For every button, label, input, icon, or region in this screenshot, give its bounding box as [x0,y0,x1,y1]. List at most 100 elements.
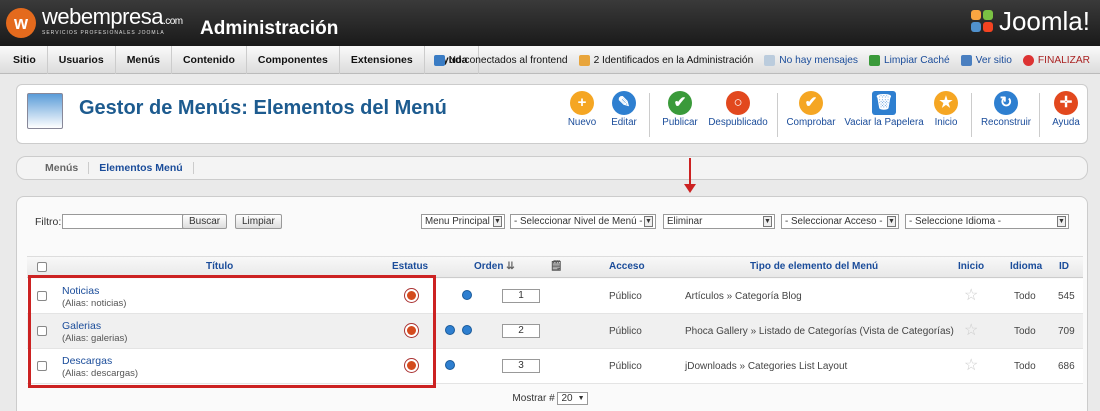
unpublish-icon: ○ [726,91,750,115]
new-button[interactable]: + Nuevo [565,91,599,128]
move-up-icon[interactable] [445,360,455,370]
chevron-down-icon: ▼ [763,216,772,227]
sort-icon: ⇊ [506,261,515,272]
monitor-icon [960,54,972,66]
clear-cache-link[interactable]: Limpiar Caché [868,54,950,66]
star-icon: ★ [934,91,958,115]
joomla-logo: Joomla! [970,6,1090,37]
help-icon: ✛ [1054,91,1078,115]
home-star-icon[interactable]: ☆ [964,323,978,339]
col-home[interactable]: Inicio [958,256,984,278]
col-type[interactable]: Tipo de elemento del Menú [750,256,878,278]
app-header: w webempresa.com SERVICIOS PROFESIONALES… [0,0,1100,46]
order-input[interactable]: 3 [502,359,540,373]
clear-button[interactable]: Limpiar [235,214,282,229]
annotation-highlight-box [28,275,436,388]
home-button[interactable]: ★ Inicio [929,91,963,128]
row-type: jDownloads » Categories List Layout [685,361,848,372]
language-select[interactable]: - Seleccione Idioma - ▼ [905,214,1069,229]
pagination-footer: Mostrar # 20 ▼ [0,392,1100,405]
view-site-link[interactable]: Ver sitio [960,54,1012,66]
page-header-title: Administración [200,18,339,39]
menu-manager-icon [27,93,63,129]
menu-sitio[interactable]: Sitio [2,45,48,74]
display-num-label: Mostrar # [512,393,555,404]
menu-usuarios[interactable]: Usuarios [48,45,116,74]
row-type: Artículos » Categoría Blog [685,291,802,302]
help-button[interactable]: ✛ Ayuda [1049,91,1083,128]
row-id: 709 [1058,326,1075,337]
broom-icon [868,54,880,66]
chevron-down-icon: ▼ [577,395,585,402]
brand-tagline: SERVICIOS PROFESIONALES JOOMLA [42,30,165,36]
menu-select[interactable]: Menu Principal ▼ [421,214,505,229]
annotation-arrow-head [684,184,696,193]
messages-link[interactable]: No hay mensajes [764,54,858,66]
filter-input[interactable] [62,214,184,229]
row-language: Todo [1014,361,1036,372]
status-bar: No conectados al frontend 2 Identificado… [433,46,1090,74]
power-icon [1022,54,1034,66]
brand-name: webempresa.com [42,4,183,29]
checkin-icon: ✔ [799,91,823,115]
col-language[interactable]: Idioma [1010,256,1042,278]
row-type: Phoca Gallery » Listado de Categorías (V… [685,326,954,337]
row-id: 686 [1058,361,1075,372]
col-order[interactable]: Orden ⇊ [474,256,515,278]
check-icon: ✔ [668,91,692,115]
col-id[interactable]: ID [1059,256,1069,278]
users-icon [578,54,590,66]
menu-contenido[interactable]: Contenido [172,45,247,74]
menu-menus[interactable]: Menús [116,45,172,74]
rebuild-button[interactable]: ↻ Reconstruir [979,91,1033,128]
joomla-logo-icon [970,9,995,34]
row-id: 545 [1058,291,1075,302]
row-access: Público [609,361,642,372]
webempresa-logo-icon: w [6,8,36,38]
chevron-down-icon: ▼ [1057,216,1066,227]
menu-componentes[interactable]: Componentes [247,45,340,74]
chevron-down-icon: ▼ [887,216,896,227]
annotation-arrow [689,158,691,186]
save-order-icon[interactable]: 🗒 [550,256,563,278]
admin-status: 2 Identificados en la Administración [578,54,753,66]
row-access: Público [609,326,642,337]
access-select[interactable]: - Seleccionar Acceso - ▼ [781,214,899,229]
move-up-icon[interactable] [445,325,455,335]
home-star-icon[interactable]: ☆ [964,288,978,304]
order-input[interactable]: 2 [502,324,540,338]
home-star-icon[interactable]: ☆ [964,358,978,374]
filter-bar: Filtro: Buscar Limpiar Menu Principal ▼ -… [17,197,1087,247]
edit-button[interactable]: ✎ Editar [607,91,641,128]
select-all-checkbox[interactable] [37,262,47,272]
move-down-icon[interactable] [462,290,472,300]
plus-icon: + [570,91,594,115]
empty-trash-button[interactable]: 🗑 Vaciar la Papelera [843,91,925,128]
search-button[interactable]: Buscar [182,214,228,229]
order-input[interactable]: 1 [502,289,540,303]
logout-link[interactable]: FINALIZAR [1022,54,1090,66]
publish-button[interactable]: ✔ Publicar [655,91,705,128]
tab-menus[interactable]: Menús [35,162,90,174]
display-num-select[interactable]: 20 ▼ [557,392,588,405]
state-select[interactable]: Eliminar ▼ [663,214,775,229]
page-title: Gestor de Menús: Elementos del Menú [79,97,447,119]
unpublish-button[interactable]: ○ Despublicado [705,91,771,128]
toolbar: Gestor de Menús: Elementos del Menú + Nue… [16,84,1088,144]
frontend-status: No conectados al frontend [433,54,568,66]
envelope-icon [764,54,776,66]
chevron-down-icon: ▼ [644,216,653,227]
joomla-wordmark: Joomla! [998,6,1090,36]
tab-menu-items[interactable]: Elementos Menú [89,162,194,174]
col-access[interactable]: Acceso [609,256,645,278]
checkin-button[interactable]: ✔ Comprobar [783,91,839,128]
chevron-down-icon: ▼ [493,216,502,227]
level-select[interactable]: - Seleccionar Nivel de Menú - ▼ [510,214,656,229]
row-language: Todo [1014,326,1036,337]
trash-icon: 🗑 [872,91,896,115]
users-icon [433,54,445,66]
move-down-icon[interactable] [462,325,472,335]
menu-extensiones[interactable]: Extensiones [340,45,425,74]
refresh-icon: ↻ [994,91,1018,115]
pencil-icon: ✎ [612,91,636,115]
